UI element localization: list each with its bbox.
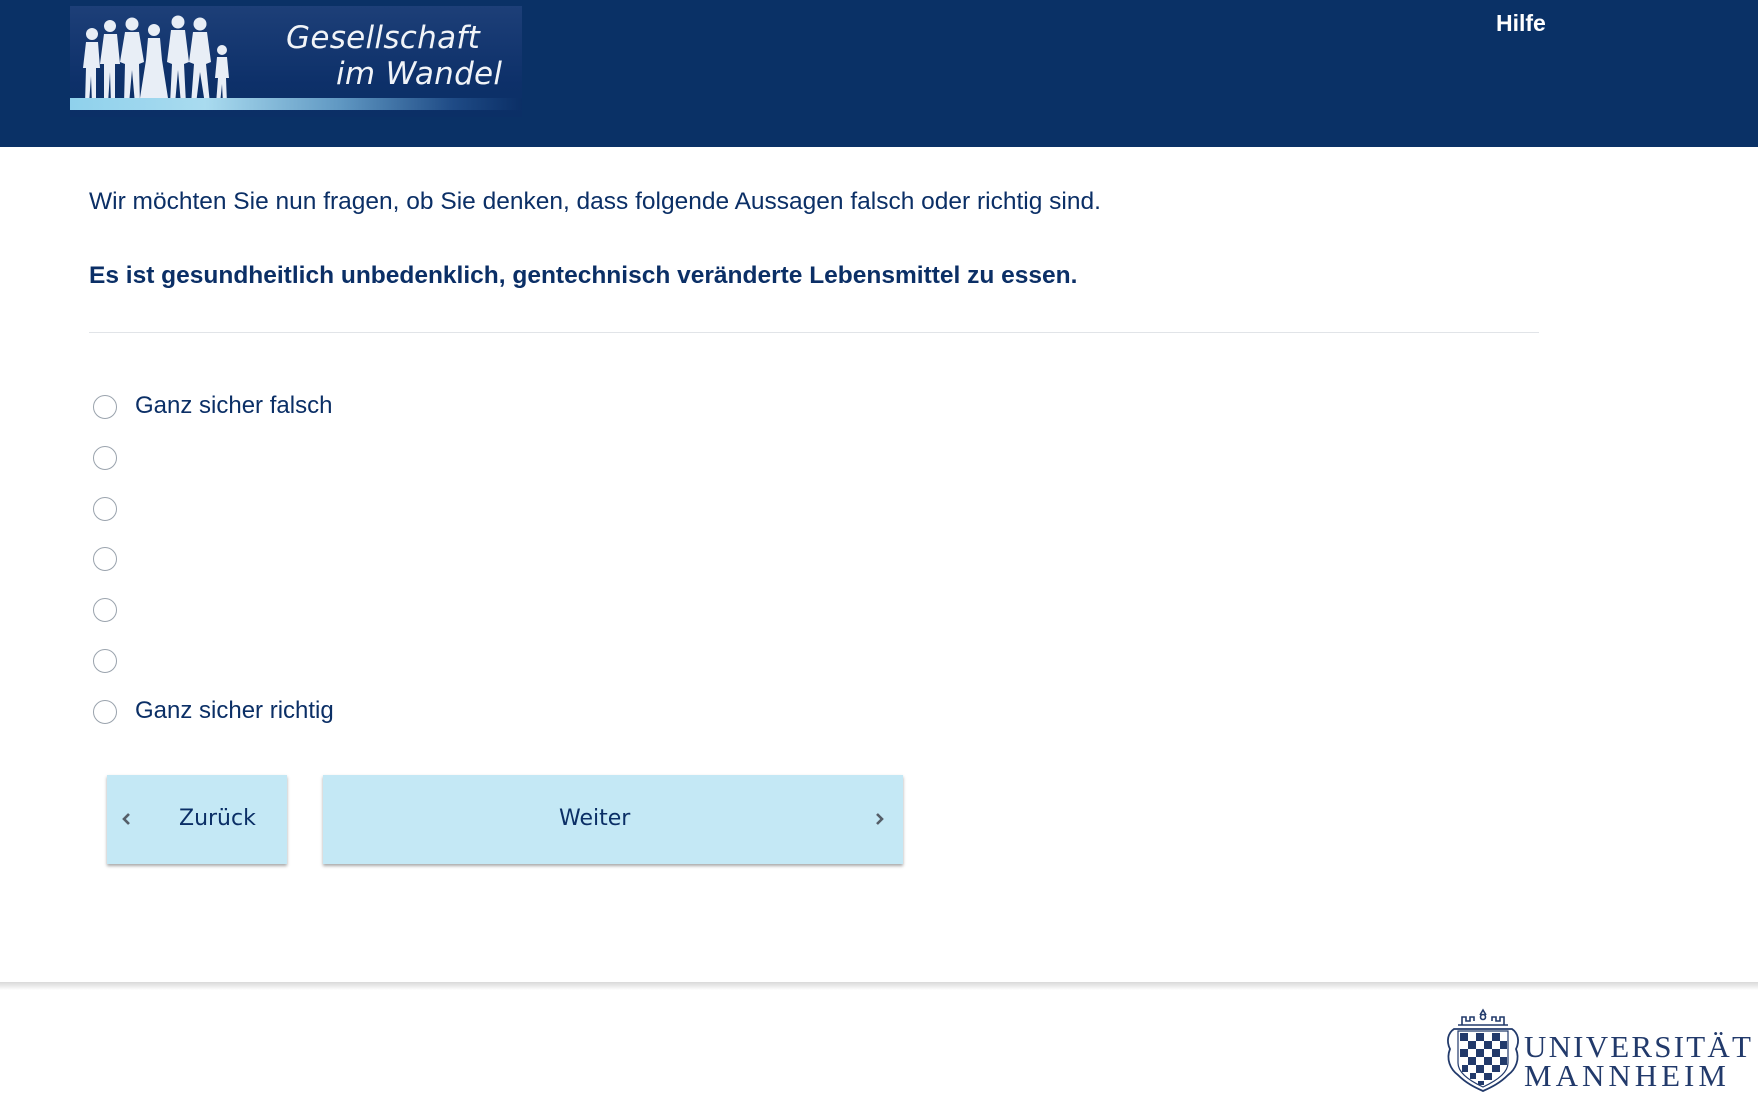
radio-button[interactable] [93,496,117,521]
university-crest-icon [1447,1008,1519,1092]
radio-button[interactable] [93,598,117,623]
option-label: Ganz sicher richtig [135,696,334,724]
logo-gradient-bar [70,98,522,110]
option-5[interactable] [93,586,893,637]
option-2[interactable] [93,434,893,485]
question-intro: Wir möchten Sie nun fragen, ob Sie denke… [89,188,1101,215]
next-button-label: Weiter [559,806,631,831]
chevron-left-icon [122,813,130,825]
gesellschaft-im-wandel-logo: Gesellschaft im Wandel [70,6,522,117]
back-button[interactable]: Zurück [107,775,287,864]
radio-button[interactable] [93,699,117,724]
option-4[interactable] [93,535,893,586]
radio-button[interactable] [93,547,117,572]
chevron-right-icon [876,813,884,825]
university-name-line2: MANNHEIM [1524,1058,1730,1093]
radio-button[interactable] [93,395,117,419]
people-silhouettes-icon [83,15,229,104]
option-1[interactable]: Ganz sicher falsch [93,383,893,434]
question-statement: Es ist gesundheitlich unbedenklich, gent… [89,262,1078,289]
site-header: Gesellschaft im Wandel Hilfe [0,0,1758,147]
option-label: Ganz sicher falsch [135,392,333,419]
radio-button[interactable] [93,648,117,673]
option-3[interactable] [93,485,893,536]
logo-title-line1: Gesellschaft [286,20,481,56]
option-6[interactable] [93,637,893,688]
next-button[interactable]: Weiter [323,775,903,864]
university-mannheim-logo: UNIVERSITÄT MANNHEIM [1444,1007,1751,1093]
help-link[interactable]: Hilfe [1496,10,1546,37]
back-button-label: Zurück [179,806,256,831]
divider [89,332,1539,333]
answer-options: Ganz sicher falsch Ganz sicher richtig [93,383,893,739]
option-7[interactable]: Ganz sicher richtig [93,688,893,739]
radio-button[interactable] [93,445,117,470]
footer-separator [0,982,1758,990]
logo-title-line2: im Wandel [336,56,503,92]
